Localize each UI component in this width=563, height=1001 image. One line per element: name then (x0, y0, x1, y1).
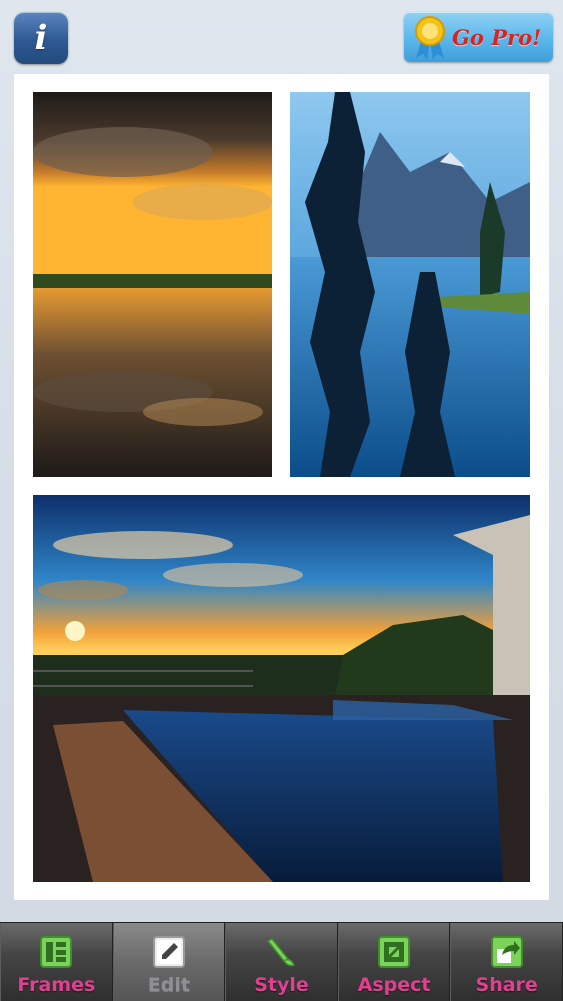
info-button[interactable]: i (14, 12, 68, 64)
share-icon (490, 936, 523, 968)
tab-share[interactable]: Share (450, 923, 563, 1001)
bottom-toolbar: Frames Edit Style Aspect Share (0, 922, 563, 1001)
top-bar: i Go Pro! (0, 0, 563, 74)
tab-edit[interactable]: Edit (112, 923, 226, 1001)
photo-cell-mountain-lake[interactable] (290, 92, 530, 477)
frames-icon (40, 936, 73, 968)
award-ribbon-icon (410, 12, 450, 62)
tab-style[interactable]: Style (225, 923, 338, 1001)
tab-edit-label: Edit (147, 974, 190, 996)
collage-canvas (14, 74, 549, 900)
tab-frames-label: Frames (17, 974, 96, 996)
tab-frames[interactable]: Frames (0, 923, 113, 1001)
style-icon (267, 938, 296, 967)
tab-style-label: Style (254, 974, 309, 996)
photo-cell-infinity-pool[interactable] (33, 495, 530, 882)
photo-cell-sunset-lake[interactable] (33, 92, 272, 477)
tab-aspect[interactable]: Aspect (337, 923, 451, 1001)
tab-aspect-label: Aspect (357, 974, 431, 996)
edit-icon (152, 936, 185, 968)
go-pro-label: Go Pro! (452, 24, 542, 50)
go-pro-button[interactable]: Go Pro! (404, 12, 553, 62)
tab-share-label: Share (475, 974, 538, 996)
info-icon: i (34, 18, 48, 58)
aspect-icon (378, 936, 411, 968)
